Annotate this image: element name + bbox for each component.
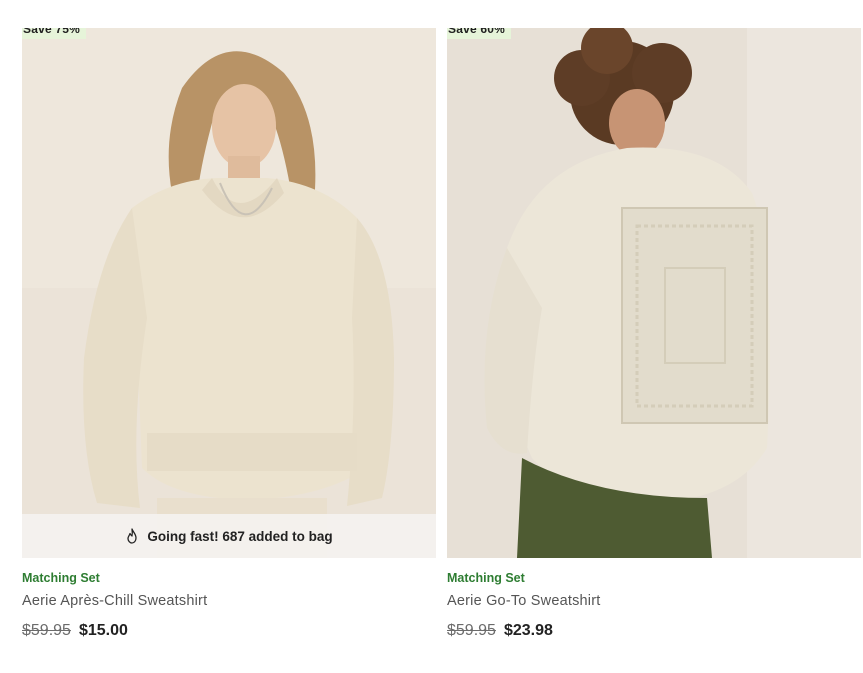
product-tag: Matching Set	[447, 571, 525, 585]
flame-icon	[127, 528, 138, 544]
product-card[interactable]: Save 60% Matching Set Aerie Go-To Sweats…	[447, 28, 861, 642]
save-badge: Save 75%	[22, 28, 86, 39]
original-price: $59.95	[22, 622, 71, 639]
sale-price: $23.98	[503, 622, 553, 639]
product-image-container[interactable]: Save 60%	[447, 28, 861, 558]
product-name[interactable]: Aerie Go-To Sweatshirt	[447, 592, 861, 610]
price-row: $59.95 $23.98	[447, 622, 861, 642]
product-grid: Save 75% Going fast! 687 added to bag Ma…	[0, 0, 863, 673]
product-tag: Matching Set	[22, 571, 100, 585]
product-name[interactable]: Aerie Après-Chill Sweatshirt	[22, 592, 436, 610]
product-image-container[interactable]: Save 75% Going fast! 687 added to bag	[22, 28, 436, 558]
price-row: $59.95 $15.00	[22, 622, 436, 642]
product-card[interactable]: Save 75% Going fast! 687 added to bag Ma…	[22, 28, 436, 642]
product-photo[interactable]	[22, 28, 436, 558]
product-info: Matching Set Aerie Go-To Sweatshirt $59.…	[447, 558, 861, 642]
sale-price: $15.00	[78, 622, 128, 639]
urgency-banner: Going fast! 687 added to bag	[22, 514, 436, 558]
save-badge: Save 60%	[447, 28, 511, 39]
product-photo[interactable]	[447, 28, 861, 558]
product-info: Matching Set Aerie Après-Chill Sweatshir…	[22, 558, 436, 642]
original-price: $59.95	[447, 622, 496, 639]
urgency-text: Going fast! 687 added to bag	[147, 528, 333, 544]
